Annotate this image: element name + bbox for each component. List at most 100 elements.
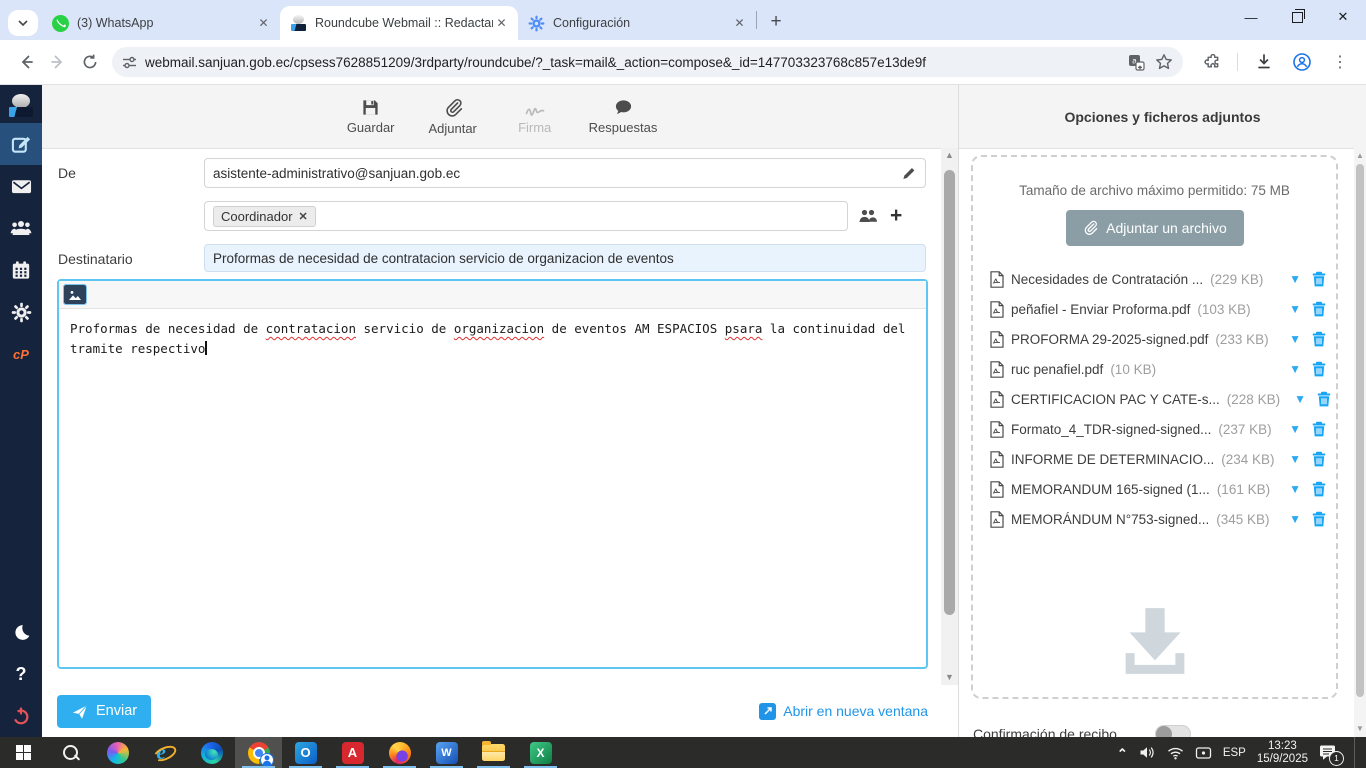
edge-taskbar-button[interactable] [188,737,235,768]
extensions-button[interactable] [1195,46,1227,78]
attachment-row[interactable]: PROFORMA 29-2025-signed.pdf (233 KB) ▼ [990,324,1326,354]
volume-icon[interactable] [1139,745,1156,760]
search-taskbar-button[interactable] [47,737,94,768]
sidebar-item-cpanel[interactable]: cP [0,333,42,375]
profile-button[interactable] [1286,46,1318,78]
attachment-menu-icon[interactable]: ▼ [1289,422,1301,436]
attachment-menu-icon[interactable]: ▼ [1289,332,1301,346]
attachment-menu-icon[interactable]: ▼ [1289,512,1301,526]
tray-expand-icon[interactable]: ⌃ [1117,746,1128,762]
attachment-menu-icon[interactable]: ▼ [1294,392,1306,406]
new-tab-button[interactable]: + [763,9,789,35]
address-bar[interactable]: webmail.sanjuan.gob.ec/cpsess7628851209/… [112,47,1183,77]
browser-tab[interactable]: Roundcube Webmail :: Redactar ✕ [280,6,518,40]
reload-button[interactable] [74,46,106,78]
delete-attachment-icon[interactable] [1312,421,1326,437]
compose-scrollbar[interactable]: ▲ ▼ [941,148,958,685]
downloads-button[interactable] [1248,46,1280,78]
url-text[interactable]: webmail.sanjuan.gob.ec/cpsess7628851209/… [145,55,1128,70]
responses-button[interactable]: Respuestas [589,98,657,135]
scrollbar-thumb[interactable] [1356,164,1364,697]
wifi-icon[interactable] [1167,746,1184,760]
attachment-row[interactable]: peñafiel - Enviar Proforma.pdf (103 KB) … [990,294,1326,324]
edit-identity-icon[interactable] [901,165,917,181]
send-button[interactable]: Enviar [57,694,152,728]
chrome-taskbar-button[interactable] [235,737,282,768]
message-body-text[interactable]: Proformas de necesidad de contratacion s… [59,309,930,359]
firefox-taskbar-button[interactable] [376,737,423,768]
subject-field[interactable]: Proformas de necesidad de contratacion s… [204,244,926,272]
attachment-row[interactable]: MEMORÁNDUM N°753-signed... (345 KB) ▼ [990,504,1326,534]
browser-tab[interactable]: (3) WhatsApp ✕ [42,6,280,40]
sidebar-item-mail[interactable] [0,165,42,207]
to-field[interactable]: Coordinador ✕ [204,201,848,231]
attachment-row[interactable]: Necesidades de Contratación ... (229 KB)… [990,264,1326,294]
attachment-menu-icon[interactable]: ▼ [1289,362,1301,376]
sidebar-item-contacts[interactable] [0,207,42,249]
file-explorer-taskbar-button[interactable] [470,737,517,768]
notification-center-button[interactable]: 1 [1319,744,1344,766]
attachment-row[interactable]: Formato_4_TDR-signed-signed... (237 KB) … [990,414,1326,444]
subject-value[interactable]: Proformas de necesidad de contratacion s… [213,251,917,266]
forward-button[interactable] [42,46,74,78]
internet-explorer-taskbar-button[interactable] [141,737,188,768]
tab-search-button[interactable] [8,10,38,36]
dark-mode-button[interactable] [0,611,42,653]
scroll-up-icon[interactable]: ▲ [941,148,958,163]
message-editor[interactable]: Proformas de necesidad de contratacion s… [57,279,928,669]
copilot-taskbar-button[interactable] [94,737,141,768]
options-scrollbar[interactable]: ▲ ▼ [1354,148,1366,737]
attachment-menu-icon[interactable]: ▼ [1289,482,1301,496]
browser-tab[interactable]: Configuración ✕ [518,6,756,40]
meet-now-icon[interactable] [1195,746,1212,760]
address-book-icon[interactable] [858,208,878,224]
from-field[interactable]: asistente-administrativo@sanjuan.gob.ec [204,158,926,188]
show-desktop-button[interactable] [1354,737,1360,768]
sidebar-item-compose[interactable] [0,123,42,165]
scroll-up-icon[interactable]: ▲ [1354,150,1366,162]
start-taskbar-button[interactable] [0,737,47,768]
sidebar-item-settings[interactable] [0,291,42,333]
delete-attachment-icon[interactable] [1312,331,1326,347]
open-in-new-window-link[interactable]: Abrir en nueva ventana [759,702,928,720]
insert-image-button[interactable] [63,284,87,305]
save-button[interactable]: Guardar [343,98,399,135]
help-button[interactable]: ? [0,653,42,695]
recipient-chip[interactable]: Coordinador ✕ [213,205,316,227]
clock[interactable]: 13:23 15/9/2025 [1257,740,1308,766]
translate-icon[interactable]: a [1128,54,1145,71]
scrollbar-thumb[interactable] [944,170,955,615]
tab-close-icon[interactable]: ✕ [255,15,272,32]
scroll-down-icon[interactable]: ▼ [941,670,958,685]
attachment-dropzone[interactable]: Tamaño de archivo máximo permitido: 75 M… [971,155,1338,699]
attachment-menu-icon[interactable]: ▼ [1289,302,1301,316]
sidebar-item-calendar[interactable] [0,249,42,291]
remove-recipient-icon[interactable]: ✕ [299,210,308,223]
excel-taskbar-button[interactable] [517,737,564,768]
tab-close-icon[interactable]: ✕ [731,15,748,32]
scroll-down-icon[interactable]: ▼ [1354,723,1366,735]
close-button[interactable]: ✕ [1320,0,1366,34]
from-value[interactable]: asistente-administrativo@sanjuan.gob.ec [213,166,901,181]
delete-attachment-icon[interactable] [1312,451,1326,467]
attachment-row[interactable]: MEMORANDUM 165-signed (1... (161 KB) ▼ [990,474,1326,504]
attachment-menu-icon[interactable]: ▼ [1289,272,1301,286]
attach-button[interactable]: Adjuntar [425,98,481,136]
attachment-menu-icon[interactable]: ▼ [1289,452,1301,466]
delete-attachment-icon[interactable] [1312,271,1326,287]
acrobat-taskbar-button[interactable] [329,737,376,768]
logout-button[interactable] [0,695,42,737]
tab-close-icon[interactable]: ✕ [493,15,510,32]
outlook-taskbar-button[interactable] [282,737,329,768]
delete-attachment-icon[interactable] [1312,301,1326,317]
delete-attachment-icon[interactable] [1312,361,1326,377]
back-button[interactable] [10,46,42,78]
attachment-row[interactable]: INFORME DE DETERMINACIO... (234 KB) ▼ [990,444,1326,474]
chrome-menu-button[interactable]: ⋮ [1324,46,1356,78]
restore-button[interactable] [1274,0,1320,34]
minimize-button[interactable]: — [1228,0,1274,34]
attachment-row[interactable]: CERTIFICACION PAC Y CATE-s... (228 KB) ▼ [990,384,1331,414]
attach-file-button[interactable]: Adjuntar un archivo [1065,210,1244,246]
delete-attachment-icon[interactable] [1312,511,1326,527]
delete-attachment-icon[interactable] [1317,391,1331,407]
